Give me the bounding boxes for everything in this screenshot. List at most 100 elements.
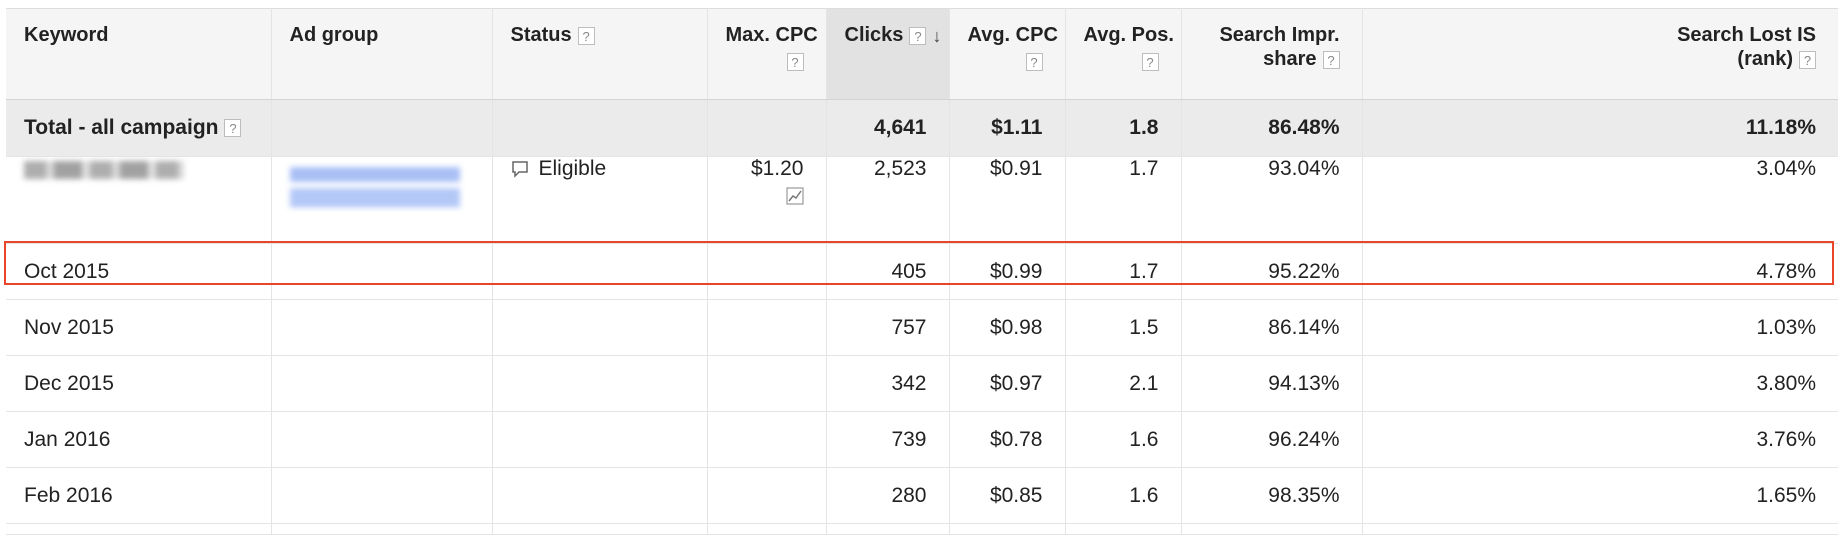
keyword-cell[interactable] (6, 156, 272, 244)
table-cell (1362, 523, 1838, 535)
speech-bubble-icon[interactable] (511, 160, 529, 178)
total-label-cell: Total - all campaign? (6, 99, 272, 157)
table-cell (492, 99, 708, 157)
keyword-row: Eligible $1.20 2,523 $0.91 1.7 93.04% 3.… (6, 156, 1838, 244)
col-header-label: Max. CPC (725, 24, 818, 46)
col-header-status[interactable]: Status? (492, 8, 708, 100)
avg-cpc-cell: $0.91 (949, 156, 1066, 244)
col-header-label: Ad group (289, 24, 379, 46)
table-row-partial (6, 523, 1838, 535)
table-cell (707, 411, 827, 468)
col-header-search-lost-is[interactable]: Search Lost IS (rank)? (1362, 8, 1838, 100)
table-cell (1065, 523, 1182, 535)
avg-pos-cell: 1.7 (1065, 243, 1182, 300)
table-cell (492, 355, 708, 412)
table-cell (271, 523, 493, 535)
table-cell (271, 411, 493, 468)
clicks-cell: 739 (826, 411, 950, 468)
table-cell (271, 299, 493, 356)
avg-pos-cell: 1.5 (1065, 299, 1182, 356)
col-header-label: Clicks (844, 24, 904, 46)
table-cell (271, 99, 493, 157)
col-header-avg-cpc[interactable]: Avg. CPC? (949, 8, 1066, 100)
col-header-label: Avg. Pos. (1083, 24, 1174, 46)
max-cpc-cell[interactable]: $1.20 (707, 156, 827, 244)
col-header-label: Status (510, 24, 572, 46)
trend-chart-icon[interactable] (785, 187, 804, 205)
table-cell (1181, 523, 1363, 535)
status-cell: Eligible (492, 156, 708, 244)
impr-share-cell: 86.14% (1181, 299, 1363, 356)
total-label: Total - all campaign (24, 116, 219, 139)
table-cell (707, 243, 827, 300)
impr-share-cell: 98.35% (1181, 467, 1363, 524)
avg-cpc-cell: $0.85 (949, 467, 1066, 524)
redacted-keyword (24, 161, 184, 179)
col-header-label: Avg. CPC (967, 24, 1058, 46)
table-cell (949, 523, 1066, 535)
col-header-max-cpc[interactable]: Max. CPC? (707, 8, 827, 100)
lost-is-cell: 1.03% (1362, 299, 1838, 356)
total-avg-pos: 1.8 (1065, 99, 1182, 157)
lost-is-cell: 3.04% (1362, 156, 1838, 244)
help-icon[interactable]: ? (1025, 52, 1043, 71)
table-cell (707, 299, 827, 356)
table-cell (271, 355, 493, 412)
col-header-ad-group[interactable]: Ad group (271, 8, 493, 100)
table-row: Oct 2015 405 $0.99 1.7 95.22% 4.78% (6, 243, 1838, 300)
lost-is-cell: 4.78% (1362, 243, 1838, 300)
total-impr-share: 86.48% (1181, 99, 1363, 157)
impr-share-cell: 94.13% (1181, 355, 1363, 412)
period-cell: Oct 2015 (6, 243, 272, 300)
sort-descending-icon[interactable]: ↓ (932, 24, 941, 48)
period-cell: Nov 2015 (6, 299, 272, 356)
help-icon[interactable]: ? (1799, 50, 1816, 69)
clicks-cell: 342 (826, 355, 950, 412)
total-row: Total - all campaign? 4,641 $1.11 1.8 86… (6, 99, 1838, 157)
col-header-label: Search Lost IS (1677, 24, 1816, 46)
help-icon[interactable]: ? (909, 26, 927, 45)
table-row: Feb 2016 280 $0.85 1.6 98.35% 1.65% (6, 467, 1838, 524)
avg-pos-cell: 1.6 (1065, 467, 1182, 524)
col-header-avg-pos[interactable]: Avg. Pos.? (1065, 8, 1182, 100)
redacted-ad-group-link[interactable] (289, 157, 460, 213)
table-row: Dec 2015 342 $0.97 2.1 94.13% 3.80% (6, 355, 1838, 412)
help-icon[interactable]: ? (786, 52, 804, 71)
table-cell (826, 523, 950, 535)
avg-cpc-cell: $0.97 (949, 355, 1066, 412)
keyword-performance-table: Keyword Ad group Status? Max. CPC? Click… (6, 8, 1838, 535)
lost-is-cell: 3.80% (1362, 355, 1838, 412)
help-icon[interactable]: ? (1322, 50, 1340, 69)
period-cell: Feb 2016 (6, 467, 272, 524)
total-lost-is: 11.18% (1362, 99, 1838, 157)
table-cell (707, 523, 827, 535)
total-clicks: 4,641 (826, 99, 950, 157)
avg-pos-cell: 1.6 (1065, 411, 1182, 468)
help-icon[interactable]: ? (224, 119, 242, 138)
col-header-label-line2: share (1263, 48, 1317, 70)
max-cpc-value[interactable]: $1.20 (751, 157, 804, 180)
help-icon[interactable]: ? (1141, 52, 1159, 71)
avg-pos-cell: 2.1 (1065, 355, 1182, 412)
lost-is-cell: 3.76% (1362, 411, 1838, 468)
avg-pos-cell: 1.7 (1065, 156, 1182, 244)
table-cell (492, 243, 708, 300)
lost-is-cell: 1.65% (1362, 467, 1838, 524)
col-header-search-impr-share[interactable]: Search Impr. share? (1181, 8, 1363, 100)
col-header-keyword[interactable]: Keyword (6, 8, 272, 100)
table-cell (492, 467, 708, 524)
clicks-cell: 757 (826, 299, 950, 356)
impr-share-cell: 93.04% (1181, 156, 1363, 244)
table-cell (707, 467, 827, 524)
table-cell (271, 243, 493, 300)
help-icon[interactable]: ? (577, 26, 595, 45)
avg-cpc-cell: $0.98 (949, 299, 1066, 356)
impr-share-cell: 96.24% (1181, 411, 1363, 468)
clicks-cell: 280 (826, 467, 950, 524)
ad-group-cell[interactable] (271, 156, 493, 244)
clicks-cell: 2,523 (826, 156, 950, 244)
col-header-label-line2: (rank) (1737, 48, 1793, 70)
avg-cpc-cell: $0.99 (949, 243, 1066, 300)
clicks-cell: 405 (826, 243, 950, 300)
col-header-clicks[interactable]: Clicks? ↓ (826, 8, 950, 100)
